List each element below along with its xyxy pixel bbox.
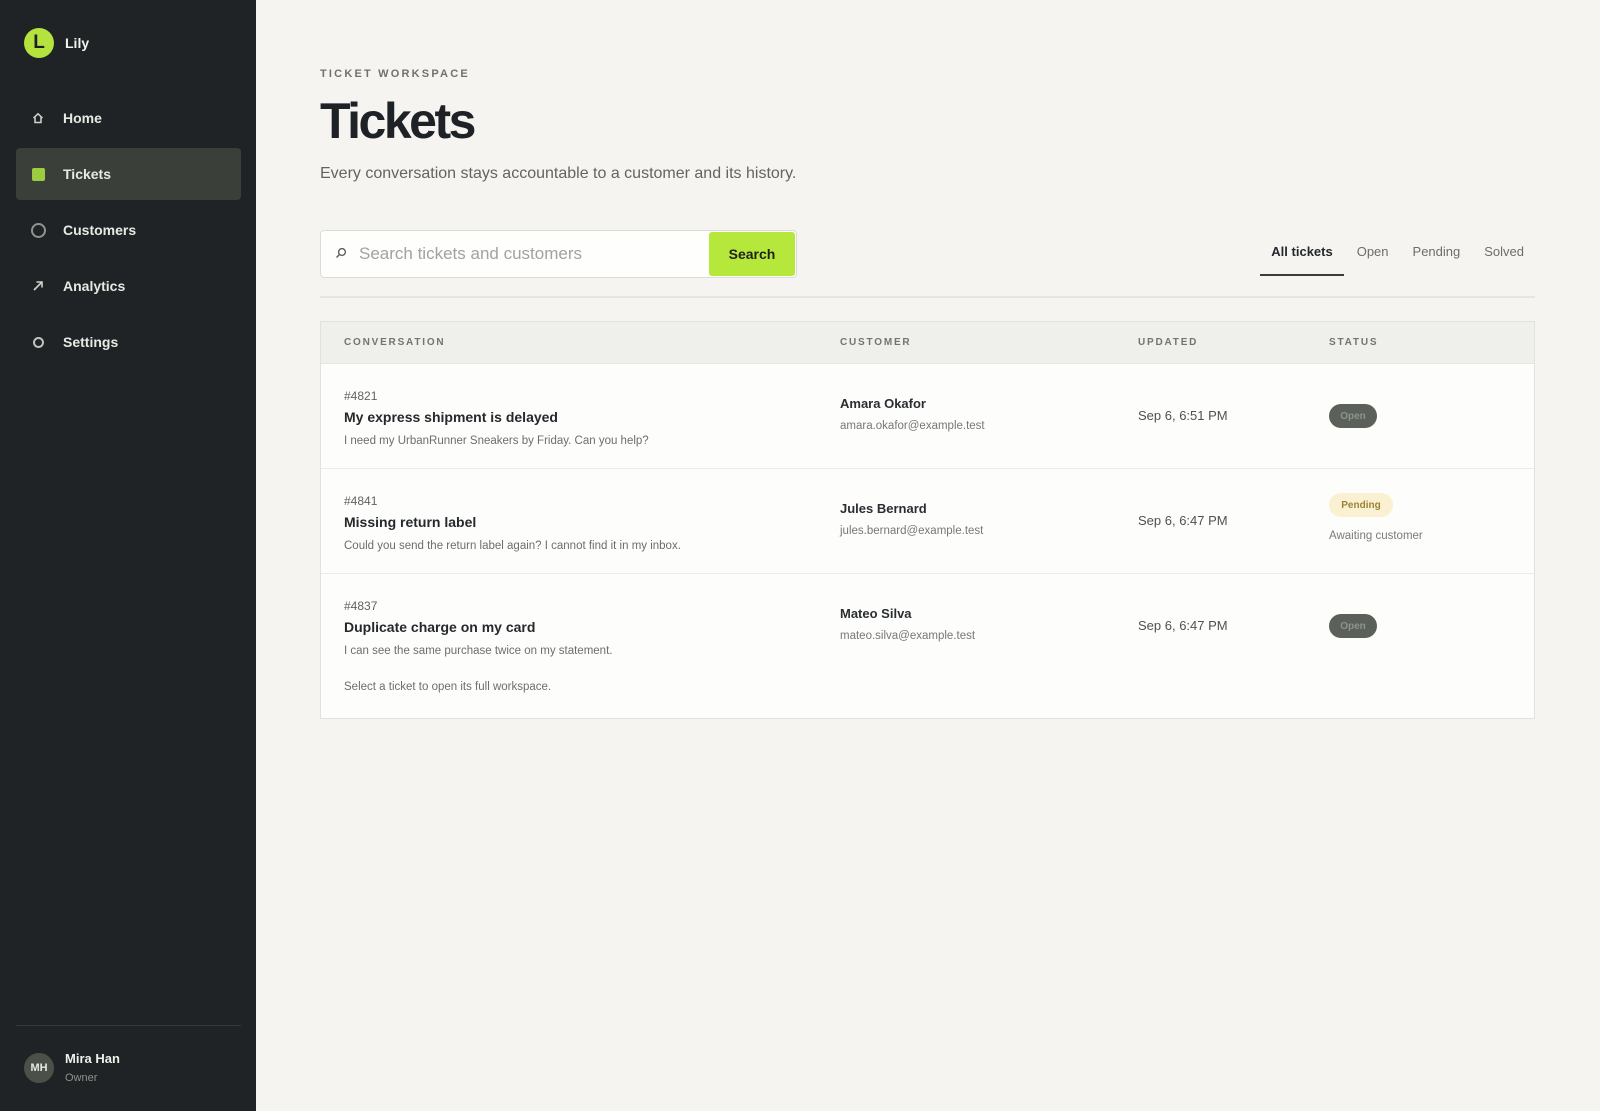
column-header-conversation[interactable]: CONVERSATION [344,337,445,348]
customer-email: jules.bernard@example.test [840,525,984,537]
search-input[interactable] [351,231,709,277]
ticket-filter-tabs: All tickets Open Pending Solved [1258,238,1535,276]
page-title: Tickets [320,93,476,149]
customer-email: amara.okafor@example.test [840,420,985,432]
tab-open[interactable]: Open [1346,238,1400,276]
customers-icon [30,222,46,238]
status-badge: Pending [1329,493,1393,517]
customer-email: mateo.silva@example.test [840,630,976,642]
ticket-subject[interactable]: Missing return label [344,514,476,530]
sidebar-item-label: Customers [63,222,137,238]
ticket-subject[interactable]: Duplicate charge on my card [344,619,535,635]
search-icon [335,247,351,262]
ticket-id: #4841 [344,494,378,508]
sidebar-item-analytics[interactable]: Analytics [16,260,241,312]
sidebar-item-tickets[interactable]: Tickets [16,148,241,200]
user-role: Owner [65,1072,98,1084]
home-icon [30,110,46,126]
sidebar-item-home[interactable]: Home [16,92,241,144]
ticket-preview: Could you send the return label again? I… [344,540,681,552]
updated-time: Sep 6, 6:47 PM [1138,513,1228,528]
column-header-status[interactable]: STATUS [1329,337,1378,348]
sidebar-item-customers[interactable]: Customers [16,204,241,256]
customer-name: Amara Okafor [840,396,926,411]
tabs-divider [320,296,1535,298]
page-subtitle: Every conversation stays accountable to … [320,165,797,182]
ticket-id: #4821 [344,389,378,403]
tickets-icon [30,166,46,182]
sidebar: L Lily Home Tickets Customers Analytics … [0,0,256,1111]
tab-solved[interactable]: Solved [1473,238,1535,276]
analytics-icon [30,278,46,294]
user-profile[interactable]: MH Mira Han Owner [24,1051,120,1084]
sidebar-divider [16,1025,241,1026]
brand-name: Lily [65,35,90,51]
table-row[interactable]: #4837 Duplicate charge on my card I can … [321,574,1534,674]
sidebar-item-label: Settings [63,334,119,350]
status-note: Awaiting customer [1329,530,1423,542]
customer-name: Jules Bernard [840,501,927,516]
sidebar-item-label: Home [63,110,102,126]
tickets-table: CONVERSATION CUSTOMER UPDATED STATUS #48… [320,321,1535,719]
table-row[interactable]: #4841 Missing return label Could you sen… [321,469,1534,574]
sidebar-item-settings[interactable]: Settings [16,316,241,368]
table-footer-note: Select a ticket to open its full workspa… [344,681,552,693]
customer-name: Mateo Silva [840,606,912,621]
sidebar-item-label: Tickets [63,166,111,182]
brand-logo: L [24,28,54,58]
updated-time: Sep 6, 6:47 PM [1138,618,1228,633]
tab-all-tickets[interactable]: All tickets [1260,238,1344,276]
ticket-id: #4837 [344,599,378,613]
settings-icon [30,334,46,350]
tab-pending[interactable]: Pending [1402,238,1472,276]
column-header-customer[interactable]: CUSTOMER [840,337,911,348]
user-name: Mira Han [65,1051,120,1066]
status-badge: Open [1329,404,1377,428]
ticket-preview: I can see the same purchase twice on my … [344,645,613,657]
search-button[interactable]: Search [709,232,795,276]
page-eyebrow: TICKET WORKSPACE [320,68,470,80]
table-footer: Select a ticket to open its full workspa… [321,674,1534,718]
ticket-preview: I need my UrbanRunner Sneakers by Friday… [344,435,649,447]
avatar: MH [24,1052,54,1083]
search-bar: Search [320,230,797,278]
brand[interactable]: L Lily [24,28,89,58]
updated-time: Sep 6, 6:51 PM [1138,408,1228,423]
ticket-subject[interactable]: My express shipment is delayed [344,409,558,425]
sidebar-item-label: Analytics [63,278,126,294]
table-row[interactable]: #4821 My express shipment is delayed I n… [321,364,1534,469]
column-header-updated[interactable]: UPDATED [1138,337,1198,348]
status-badge: Open [1329,614,1377,638]
sidebar-nav: Home Tickets Customers Analytics Setting… [16,92,241,372]
table-header: CONVERSATION CUSTOMER UPDATED STATUS [321,322,1534,364]
